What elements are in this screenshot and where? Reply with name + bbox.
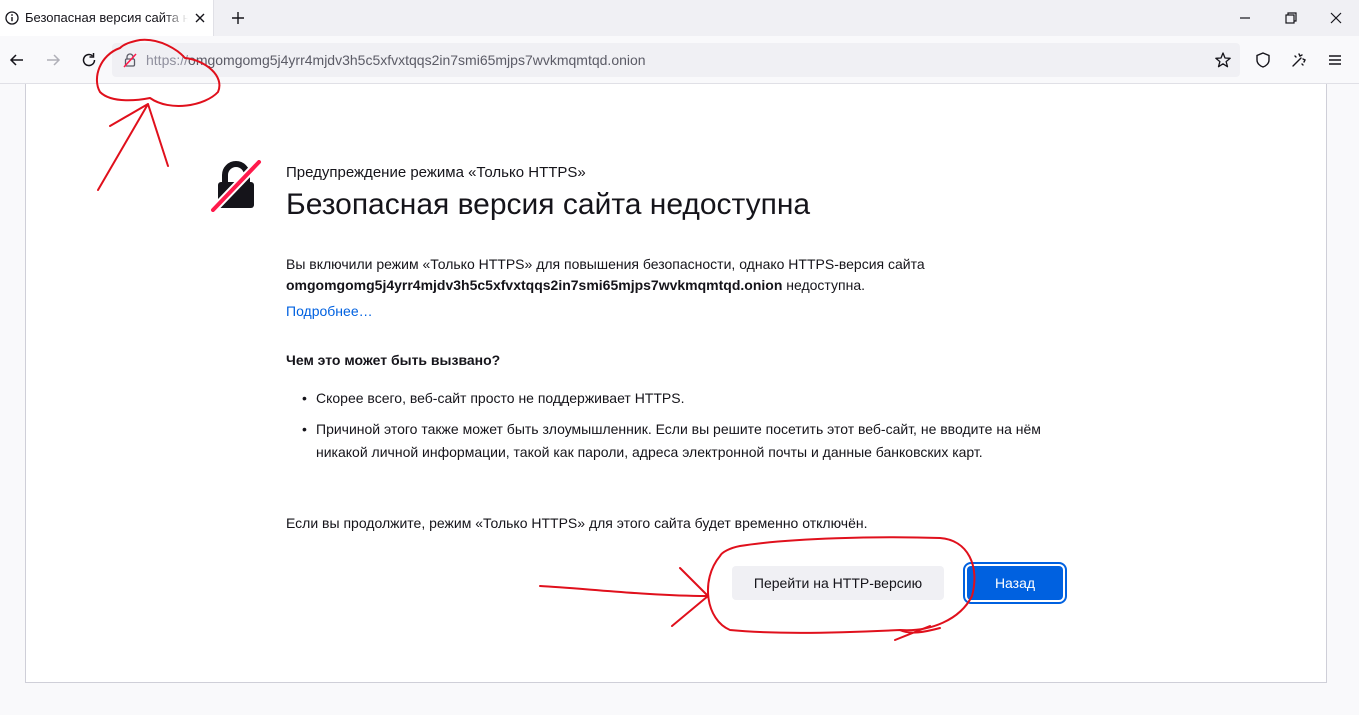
back-arrow-icon[interactable]: [8, 51, 26, 69]
tab-active[interactable]: Безопасная версия сайта недоступна: [0, 0, 214, 36]
info-icon: [5, 11, 19, 25]
explanation-paragraph: Вы включили режим «Только HTTPS» для пов…: [286, 254, 1076, 296]
continue-http-button[interactable]: Перейти на HTTP-версию: [732, 566, 944, 600]
puzzle-icon[interactable]: [1290, 51, 1308, 69]
window-close-icon[interactable]: [1327, 9, 1345, 27]
page-title: Безопасная версия сайта недоступна: [286, 188, 811, 221]
forward-arrow-icon[interactable]: [44, 51, 62, 69]
explanation-host: omgomgomg5j4yrr4mjdv3h5c5xfvxtqqs2in7smi…: [286, 277, 783, 293]
star-icon[interactable]: [1214, 51, 1232, 69]
tab-title: Безопасная версия сайта недоступна: [25, 10, 188, 25]
list-item: Причиной этого также может быть злоумышл…: [302, 418, 1076, 464]
list-item: Скорее всего, веб-сайт просто не поддерж…: [302, 387, 1076, 410]
restore-icon[interactable]: [1282, 9, 1300, 27]
broken-lock-icon: [210, 160, 262, 212]
url-text[interactable]: https://omgomgomg5j4yrr4mjdv3h5c5xfvxtqq…: [146, 52, 646, 68]
page-viewport: Предупреждение режима «Только HTTPS» Без…: [0, 84, 1359, 715]
warning-eyebrow: Предупреждение режима «Только HTTPS»: [286, 164, 586, 181]
url-scheme: https://: [146, 52, 189, 68]
hamburger-menu-icon[interactable]: [1326, 51, 1344, 69]
url-host: omgomgomg5j4yrr4mjdv3h5c5xfvxtqqs2in7smi…: [188, 52, 646, 68]
reload-icon[interactable]: [80, 51, 98, 69]
close-icon[interactable]: [193, 11, 207, 25]
new-tab-plus-icon[interactable]: [230, 10, 246, 26]
shield-icon[interactable]: [1254, 51, 1272, 69]
error-card: Предупреждение режима «Только HTTPS» Без…: [25, 84, 1327, 683]
reasons-heading: Чем это может быть вызвано?: [286, 352, 501, 368]
explanation-text: Вы включили режим «Только HTTPS» для пов…: [286, 256, 925, 272]
nav-bar: https://omgomgomg5j4yrr4mjdv3h5c5xfvxtqq…: [0, 36, 1359, 84]
minimize-icon[interactable]: [1236, 9, 1254, 27]
explanation-suffix: недоступна.: [786, 277, 865, 293]
tab-strip: Безопасная версия сайта недоступна: [0, 0, 1359, 36]
reasons-list: Скорее всего, веб-сайт просто не поддерж…: [286, 387, 1076, 472]
url-bar[interactable]: https://omgomgomg5j4yrr4mjdv3h5c5xfvxtqq…: [112, 43, 1240, 77]
go-back-button[interactable]: Назад: [963, 562, 1067, 604]
broken-lock-icon[interactable]: [122, 52, 138, 68]
learn-more-link[interactable]: Подробнее…: [286, 303, 373, 319]
continue-note: Если вы продолжите, режим «Только HTTPS»…: [286, 515, 868, 531]
